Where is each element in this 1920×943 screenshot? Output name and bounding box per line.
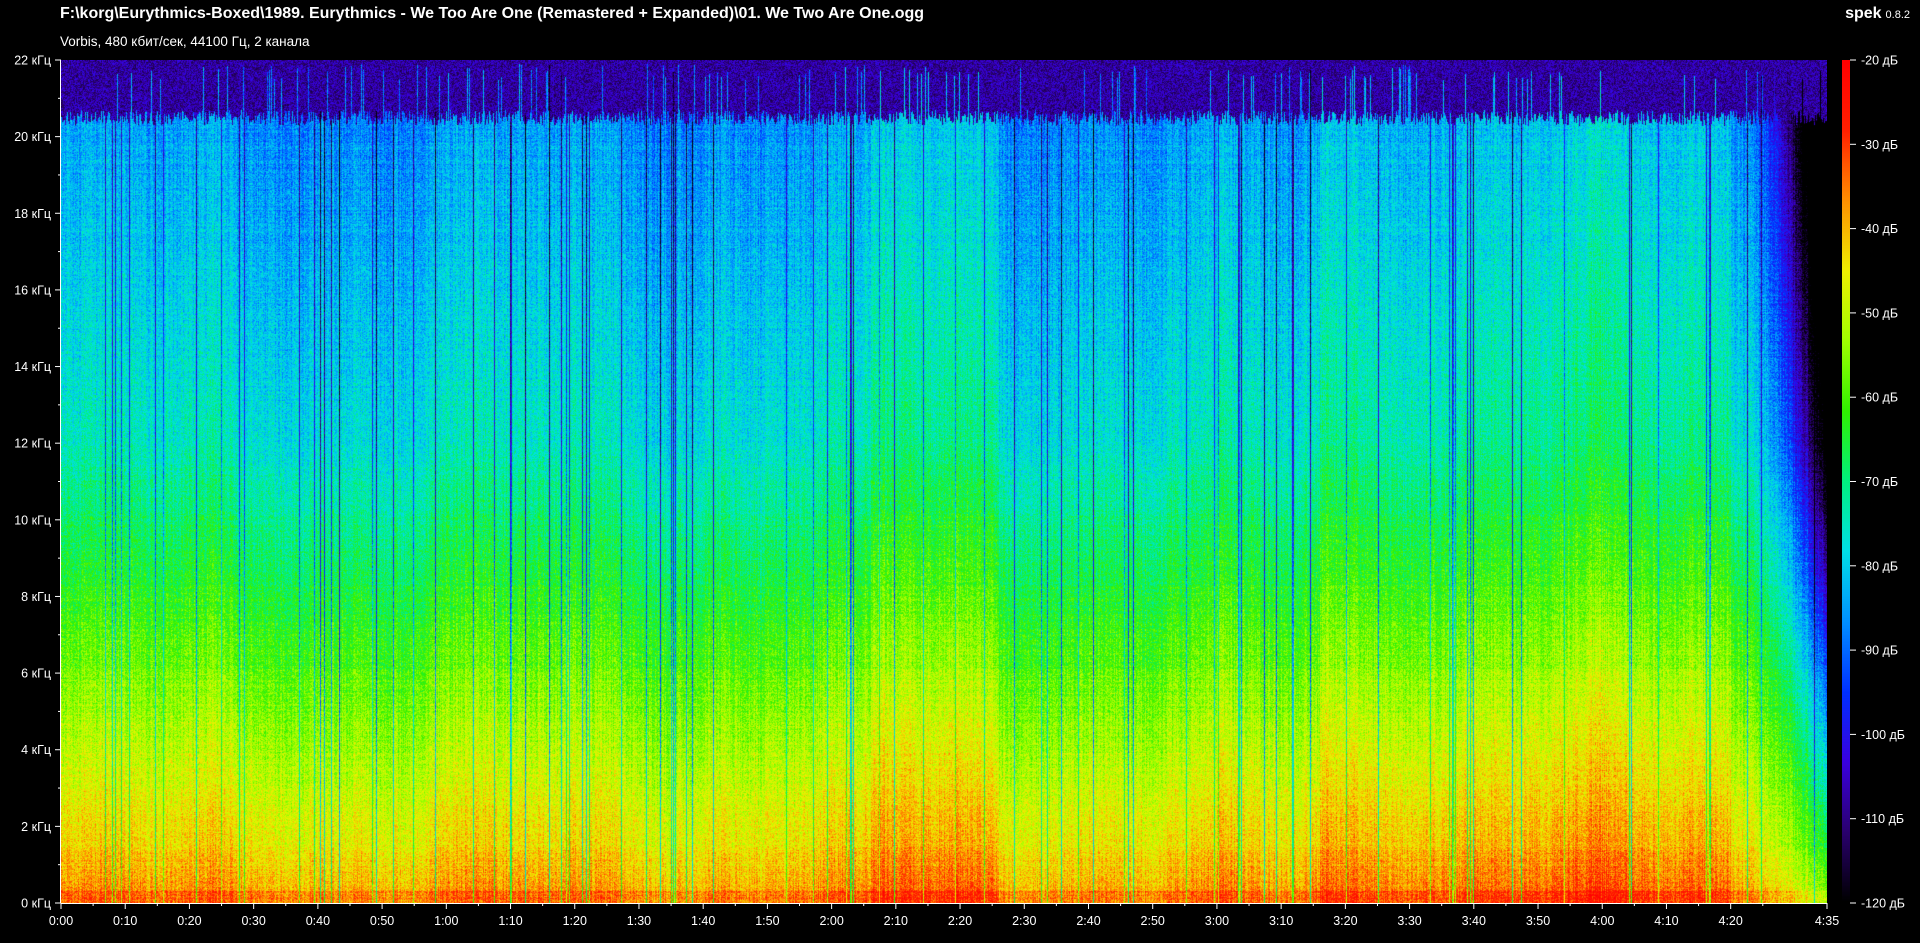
time-tick-label: 0:30 (241, 914, 265, 928)
frequency-tick-label: 4 кГц (21, 743, 51, 757)
spek-window: F:\korg\Eurythmics-Boxed\1989. Eurythmic… (0, 0, 1920, 943)
db-tick-label: -90 дБ (1861, 644, 1898, 658)
db-tick-label: -50 дБ (1861, 306, 1898, 320)
time-tick-label: 0:10 (113, 914, 137, 928)
time-tick-label: 3:00 (1205, 914, 1229, 928)
time-tick-label: 2:20 (948, 914, 972, 928)
time-tick-label: 1:20 (563, 914, 587, 928)
frequency-tick-label: 8 кГц (21, 590, 51, 604)
frequency-tick-label: 18 кГц (14, 207, 51, 221)
db-tick-label: -20 дБ (1861, 54, 1898, 68)
frequency-tick-label: 10 кГц (14, 513, 51, 527)
frequency-tick-label: 22 кГц (14, 54, 51, 68)
time-tick-label: 3:10 (1269, 914, 1293, 928)
time-tick-label: 3:30 (1397, 914, 1421, 928)
frequency-tick-label: 2 кГц (21, 820, 51, 834)
time-tick-label: 1:50 (755, 914, 779, 928)
time-tick-label: 1:30 (627, 914, 651, 928)
frequency-tick-label: 6 кГц (21, 667, 51, 681)
frequency-tick-label: 12 кГц (14, 437, 51, 451)
time-tick-label: 4:35 (1815, 914, 1839, 928)
db-tick-label: -60 дБ (1861, 391, 1898, 405)
spectrogram-axes: 0 кГц 2 кГц 4 кГц 6 кГц 8 кГц 10 кГц 12 кГц 14 … (14, 54, 1905, 929)
db-tick-label: -70 дБ (1861, 475, 1898, 489)
time-tick-label: 0:50 (370, 914, 394, 928)
frequency-tick-label: 16 кГц (14, 283, 51, 297)
time-tick-label: 1:10 (498, 914, 522, 928)
time-tick-label: 0:40 (306, 914, 330, 928)
db-tick-label: -110 дБ (1861, 812, 1904, 826)
db-tick-label: -80 дБ (1861, 559, 1898, 573)
time-tick-label: 2:00 (819, 914, 843, 928)
db-tick-label: -40 дБ (1861, 222, 1898, 236)
time-tick-label: 2:50 (1141, 914, 1165, 928)
time-tick-label: 1:40 (691, 914, 715, 928)
time-tick-label: 4:20 (1719, 914, 1743, 928)
frequency-axis: 0 кГц 2 кГц 4 кГц 6 кГц 8 кГц 10 кГц 12 кГц 14 … (14, 54, 61, 911)
time-tick-label: 1:00 (434, 914, 458, 928)
time-tick-label: 3:50 (1526, 914, 1550, 928)
db-axis: -20 дБ -30 дБ -40 дБ -50 дБ -60 дБ -70 дБ -80 … (1850, 54, 1905, 911)
time-tick-label: 0:20 (177, 914, 201, 928)
db-tick-label: -120 дБ (1861, 897, 1905, 911)
frequency-tick-label: 14 кГц (14, 360, 51, 374)
time-tick-label: 2:40 (1076, 914, 1100, 928)
time-tick-label: 3:40 (1462, 914, 1486, 928)
frequency-tick-label: 20 кГц (14, 130, 51, 144)
time-tick-label: 4:00 (1590, 914, 1614, 928)
time-tick-label: 0:00 (49, 914, 73, 928)
time-tick-label: 2:30 (1012, 914, 1036, 928)
time-tick-label: 3:20 (1333, 914, 1357, 928)
db-tick-label: -30 дБ (1861, 138, 1898, 152)
time-axis: 0:00 0:10 0:20 0:30 0:40 0:50 1:00 1:10 1:20 1:30… (49, 903, 1839, 928)
time-tick-label: 2:10 (884, 914, 908, 928)
frequency-tick-label: 0 кГц (21, 897, 51, 911)
time-tick-label: 4:10 (1654, 914, 1678, 928)
db-tick-label: -100 дБ (1861, 728, 1905, 742)
